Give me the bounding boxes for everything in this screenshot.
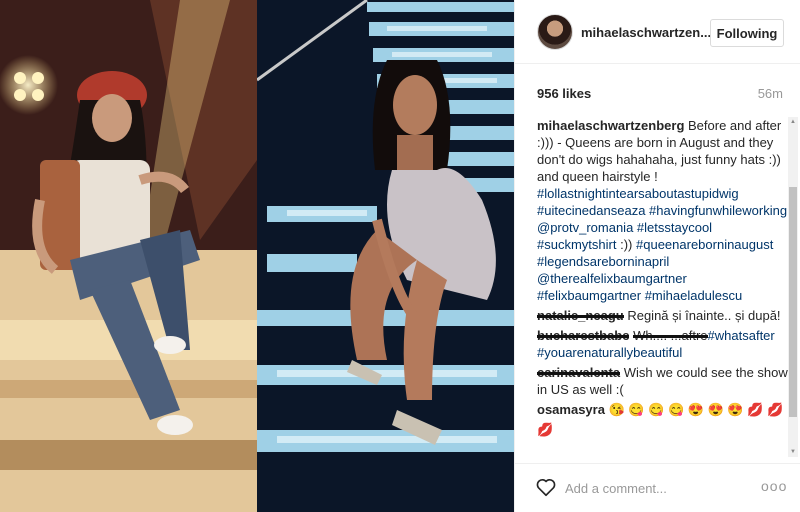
hashtag[interactable]: #uitecinedanseaza [537,203,645,218]
comment-text: Regină și înainte.. și după! [627,308,781,323]
scroll-up-arrow-icon[interactable]: ▲ [788,117,798,127]
likes-count[interactable]: 956 likes [537,86,591,101]
post-photo[interactable] [0,0,514,512]
avatar[interactable] [537,14,573,50]
comment-username[interactable]: bucharestbabe [537,327,630,344]
hashtag[interactable]: #legendsareborninapril [537,254,669,269]
post-author-username[interactable]: mihaelaschwartzen... [581,25,711,40]
caption: mihaelaschwartzenberg Before and after :… [537,117,789,304]
add-comment-input[interactable] [565,478,745,498]
photo-before [0,0,257,512]
caption-emoticon: :)) [620,237,633,252]
post-sidebar: mihaelaschwartzen... Following 956 likes… [514,0,800,512]
likes-row: 956 likes 56m [537,86,783,104]
comment-username[interactable]: osamasyra [537,402,605,417]
heart-icon[interactable] [535,476,557,498]
post-time[interactable]: 56m [758,86,783,101]
hashtag[interactable]: #suckmytshirt [537,237,616,252]
comment-item: carinavalenta Wish we could see the show… [537,364,789,398]
post-header: mihaelaschwartzen... Following [515,0,800,64]
hashtag[interactable]: #youarenaturallybeautiful [537,345,682,360]
comment-username[interactable]: natalie_neagu [537,307,624,324]
hashtag[interactable]: #whatsafter [708,328,775,343]
comment-text: 💋 [537,422,554,437]
comments-scrollbar[interactable]: ▲ ▼ [788,117,798,457]
comment-text: Wh.... ...aftre [633,328,708,343]
scroll-thumb[interactable] [789,187,797,417]
scroll-down-arrow-icon[interactable]: ▼ [788,447,798,457]
comment-item: natalie_neagu Regină și înainte.. și dup… [537,307,789,324]
hashtag[interactable]: #mihaeladulescu [645,288,743,303]
following-button[interactable]: Following [710,19,784,47]
post-footer: ooo [515,463,800,512]
mention[interactable]: @protv_romania [537,220,633,235]
comment-item: 💋 [537,421,789,438]
more-options-icon[interactable]: ooo [761,478,787,494]
mention[interactable]: @therealfelixbaumgartner [537,271,687,286]
comment-item: osamasyra 😘 😋 😋 😋 😍 😍 😍 💋 💋 [537,401,789,418]
comment-username[interactable]: carinavalenta [537,364,621,381]
hashtag[interactable]: #letsstaycool [637,220,712,235]
comment-text: 😘 😋 😋 😋 😍 😍 😍 💋 💋 [608,402,784,417]
photo-after [257,0,514,512]
comments-list: mihaelaschwartzenberg Before and after :… [537,117,789,447]
hashtag[interactable]: #havingfunwhileworking [649,203,787,218]
comment-item: bucharestbabe Wh.... ...aftre#whatsafter… [537,327,789,361]
hashtag[interactable]: #felixbaumgartner [537,288,641,303]
hashtag[interactable]: #queenareborninaugust [636,237,773,252]
caption-username[interactable]: mihaelaschwartzenberg [537,118,684,133]
hashtag[interactable]: #lollastnightintearsaboutastupidwig [537,186,739,201]
